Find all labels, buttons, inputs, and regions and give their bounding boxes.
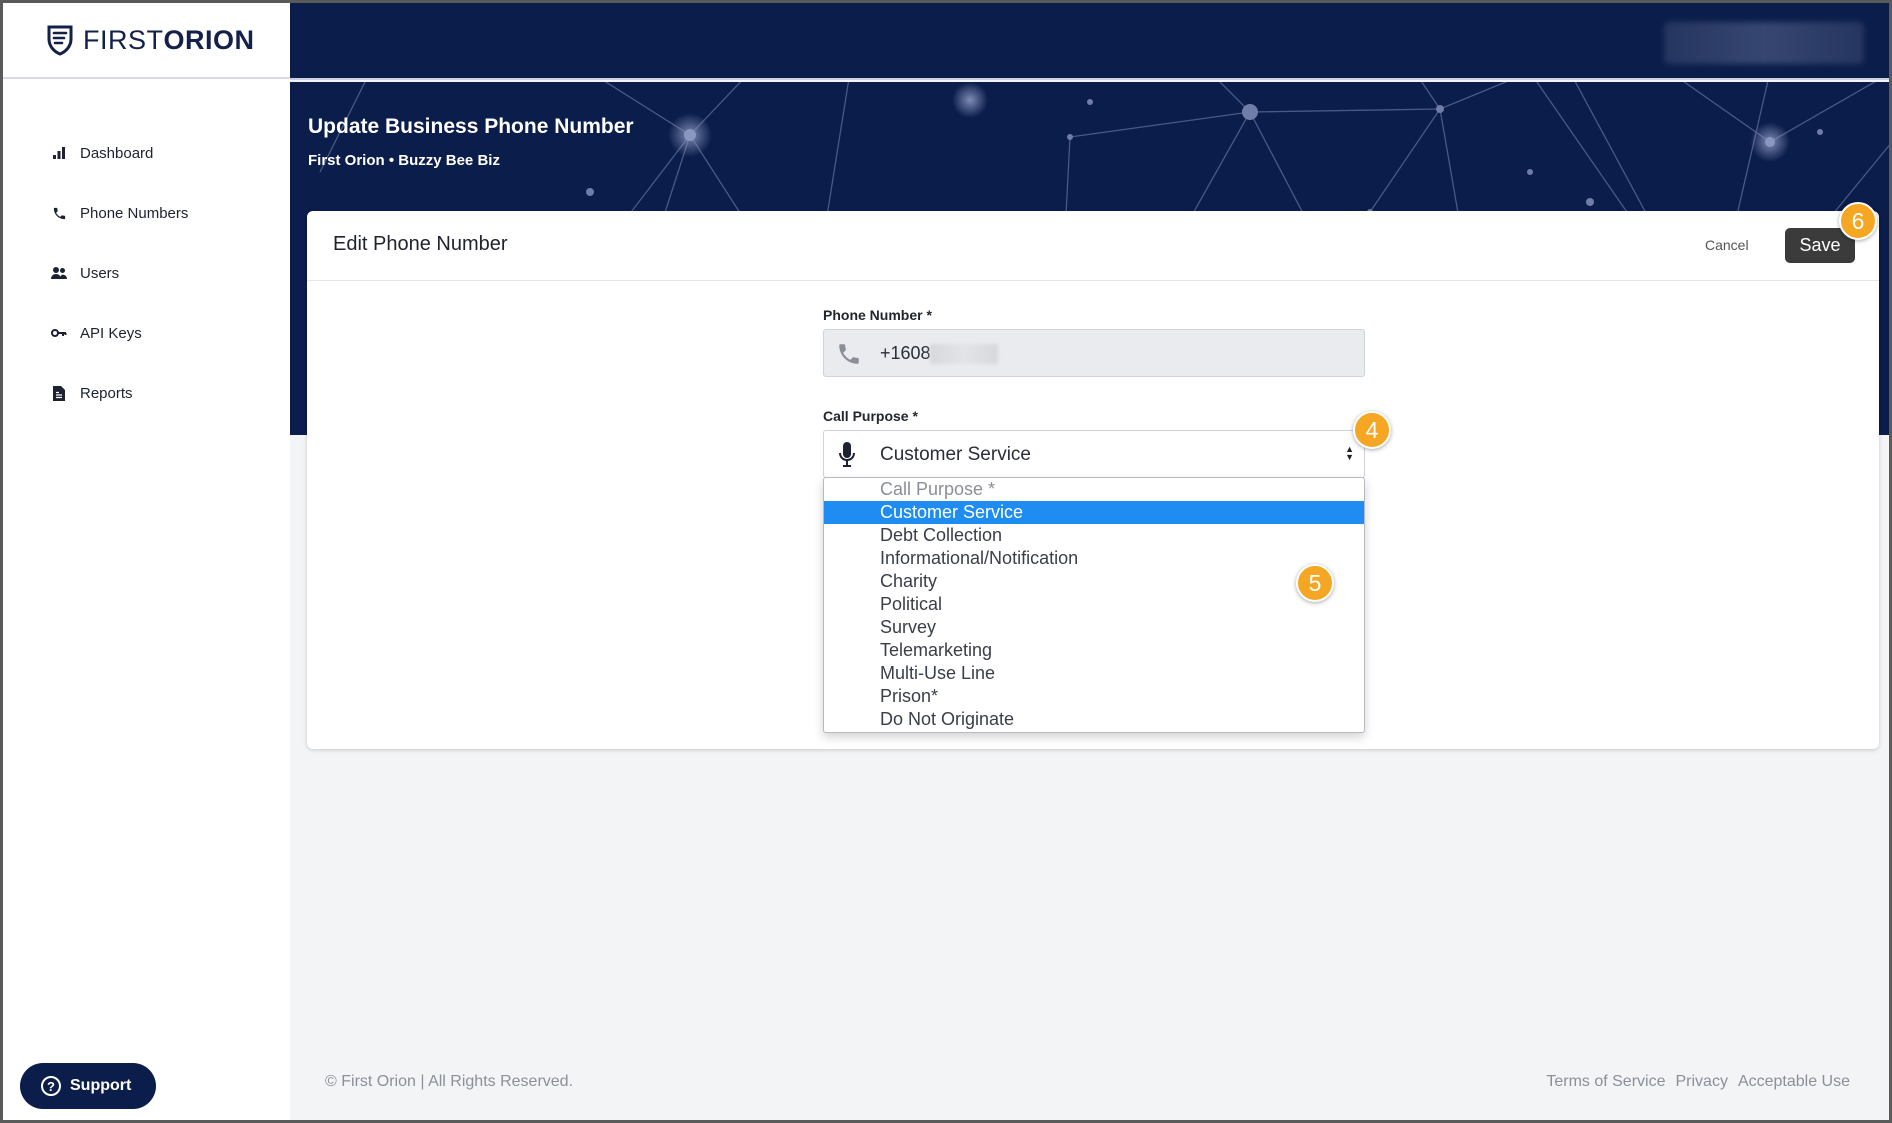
call-purpose-value: Customer Service bbox=[880, 444, 1031, 465]
support-button[interactable]: ? Support bbox=[20, 1063, 156, 1109]
privacy-link[interactable]: Privacy bbox=[1675, 1073, 1727, 1091]
terms-of-service-link[interactable]: Terms of Service bbox=[1546, 1073, 1665, 1091]
phone-icon bbox=[51, 205, 67, 221]
sidebar-item-label: Users bbox=[80, 264, 120, 282]
footer-links: Terms of Service Privacy Acceptable Use bbox=[1546, 1073, 1850, 1091]
call-purpose-select[interactable]: Customer Service ▲ ▼ bbox=[823, 430, 1365, 478]
dropdown-option-survey[interactable]: Survey bbox=[824, 616, 1364, 639]
microphone-icon bbox=[839, 442, 855, 467]
top-header bbox=[290, 3, 1889, 80]
acceptable-use-link[interactable]: Acceptable Use bbox=[1738, 1073, 1850, 1091]
phone-icon bbox=[839, 344, 859, 364]
sidebar-item-label: API Keys bbox=[80, 324, 142, 342]
user-menu[interactable] bbox=[1664, 22, 1864, 64]
dropdown-option-customer-service[interactable]: Customer Service bbox=[824, 501, 1364, 524]
brand-logo[interactable]: FIRSTORION bbox=[3, 3, 290, 79]
dropdown-option-charity[interactable]: Charity bbox=[824, 570, 1364, 593]
step-badge-6: 6 bbox=[1839, 202, 1877, 240]
sidebar-item-reports[interactable]: Reports bbox=[3, 363, 290, 423]
page-title: Update Business Phone Number bbox=[308, 115, 634, 138]
report-icon bbox=[51, 385, 67, 401]
support-label: Support bbox=[70, 1077, 132, 1094]
sidebar-item-api-keys[interactable]: API Keys bbox=[3, 303, 290, 363]
sidebar-item-users[interactable]: Users bbox=[3, 243, 290, 303]
users-icon bbox=[51, 265, 67, 281]
app-window: FIRSTORION Dashboard Phone Numbers Users bbox=[0, 0, 1892, 1123]
dropdown-option-prison[interactable]: Prison* bbox=[824, 685, 1364, 708]
dropdown-option-debt-collection[interactable]: Debt Collection bbox=[824, 524, 1364, 547]
brand-name: FIRSTORION bbox=[83, 24, 255, 55]
dropdown-option-political[interactable]: Political bbox=[824, 593, 1364, 616]
bar-chart-icon bbox=[51, 145, 67, 161]
phone-number-field[interactable]: +1608 bbox=[823, 329, 1365, 377]
footer-copyright: © First Orion | All Rights Reserved. bbox=[325, 1073, 574, 1090]
cancel-button[interactable]: Cancel bbox=[1705, 237, 1749, 253]
sidebar: FIRSTORION Dashboard Phone Numbers Users bbox=[3, 3, 290, 1120]
sidebar-item-label: Reports bbox=[80, 384, 133, 402]
dropdown-option-telemarketing[interactable]: Telemarketing bbox=[824, 639, 1364, 662]
breadcrumb: First Orion • Buzzy Bee Biz bbox=[308, 152, 500, 169]
shield-logo-icon bbox=[47, 25, 73, 56]
sidebar-item-phone-numbers[interactable]: Phone Numbers bbox=[3, 183, 290, 243]
step-badge-5: 5 bbox=[1296, 564, 1334, 602]
card-title: Edit Phone Number bbox=[333, 233, 508, 255]
dropdown-option-informational[interactable]: Informational/Notification bbox=[824, 547, 1364, 570]
redacted-digits bbox=[930, 344, 998, 364]
key-icon bbox=[51, 325, 67, 341]
dropdown-option-do-not-originate[interactable]: Do Not Originate bbox=[824, 708, 1364, 731]
call-purpose-dropdown[interactable]: Call Purpose * Customer Service Debt Col… bbox=[823, 477, 1365, 733]
dropdown-option-multi-use-line[interactable]: Multi-Use Line bbox=[824, 662, 1364, 685]
dropdown-option-placeholder[interactable]: Call Purpose * bbox=[824, 478, 1364, 501]
phone-number-value: +1608 bbox=[880, 343, 931, 363]
sidebar-item-label: Phone Numbers bbox=[80, 204, 189, 222]
select-arrows-icon: ▲ ▼ bbox=[1345, 444, 1354, 462]
sidebar-item-dashboard[interactable]: Dashboard bbox=[3, 123, 290, 183]
step-badge-4: 4 bbox=[1353, 411, 1391, 449]
call-purpose-label: Call Purpose * bbox=[823, 408, 918, 424]
sidebar-item-label: Dashboard bbox=[80, 144, 154, 162]
phone-number-label: Phone Number * bbox=[823, 307, 932, 323]
card-header: Edit Phone Number Cancel Save bbox=[307, 211, 1879, 281]
help-icon: ? bbox=[41, 1076, 61, 1096]
sidebar-nav: Dashboard Phone Numbers Users API Keys R… bbox=[3, 123, 290, 423]
